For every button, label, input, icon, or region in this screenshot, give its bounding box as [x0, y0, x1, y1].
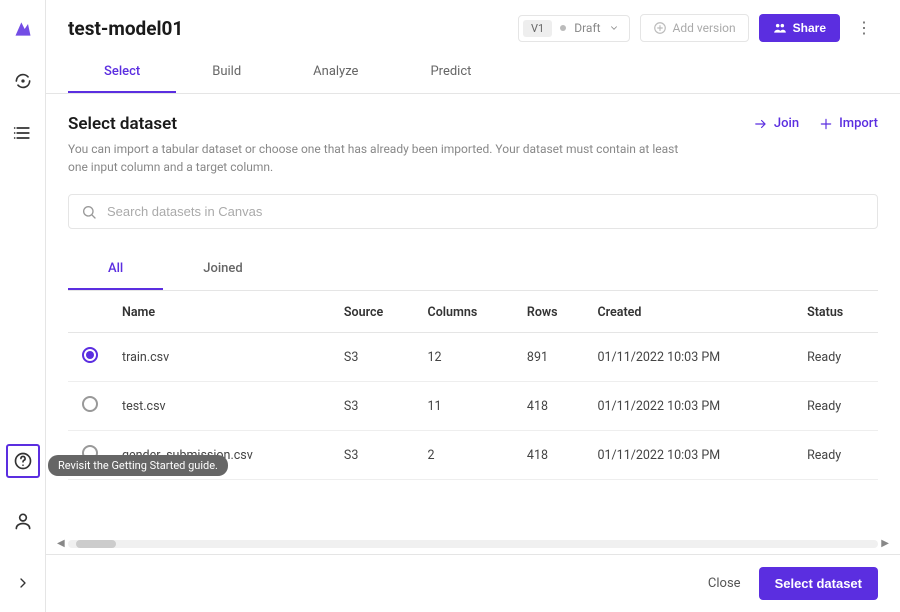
more-menu-button[interactable]: ⋮ [850, 14, 878, 42]
share-button[interactable]: Share [759, 14, 840, 42]
cell-columns: 12 [420, 333, 519, 382]
cell-created: 01/11/2022 10:03 PM [589, 382, 799, 431]
join-button[interactable]: Join [754, 116, 799, 131]
add-version-label: Add version [673, 21, 736, 35]
left-sidebar: Revisit the Getting Started guide. [0, 0, 46, 612]
top-tabs: Select Build Analyze Predict [46, 54, 900, 94]
dataset-filter-tabs: All Joined [68, 251, 878, 291]
cell-status: Ready [799, 333, 878, 382]
filter-tab-all[interactable]: All [68, 251, 163, 290]
tab-analyze[interactable]: Analyze [277, 54, 394, 93]
footer-bar: Close Select dataset [46, 554, 900, 612]
cell-status: Ready [799, 431, 878, 480]
help-tooltip: Revisit the Getting Started guide. [48, 455, 228, 476]
col-columns: Columns [420, 291, 519, 333]
cell-name: train.csv [114, 333, 336, 382]
col-name: Name [114, 291, 336, 333]
cell-created: 01/11/2022 10:03 PM [589, 333, 799, 382]
main-area: test-model01 V1 Draft Add version Share … [46, 0, 900, 612]
join-icon [754, 117, 768, 131]
help-icon[interactable] [6, 444, 40, 478]
share-label: Share [793, 21, 826, 35]
cell-columns: 11 [420, 382, 519, 431]
cell-columns: 2 [420, 431, 519, 480]
import-label: Import [839, 116, 878, 131]
table-row[interactable]: test.csv S3 11 418 01/11/2022 10:03 PM R… [68, 382, 878, 431]
search-icon [81, 204, 97, 220]
refresh-icon[interactable] [12, 70, 34, 92]
cell-created: 01/11/2022 10:03 PM [589, 431, 799, 480]
tab-build[interactable]: Build [176, 54, 277, 93]
header-bar: test-model01 V1 Draft Add version Share … [46, 0, 900, 54]
join-label: Join [774, 116, 799, 131]
version-state: Draft [574, 21, 600, 35]
add-version-button[interactable]: Add version [640, 14, 749, 42]
cell-rows: 418 [519, 431, 590, 480]
kebab-icon: ⋮ [856, 20, 872, 37]
plus-icon [819, 117, 833, 131]
version-badge: V1 [523, 20, 552, 37]
datasets-table: Name Source Columns Rows Created Status … [68, 291, 878, 480]
status-dot-icon [560, 25, 566, 31]
table-row[interactable]: train.csv S3 12 891 01/11/2022 10:03 PM … [68, 333, 878, 382]
col-rows: Rows [519, 291, 590, 333]
cell-source: S3 [336, 431, 420, 480]
people-icon [773, 21, 787, 35]
table-header-row: Name Source Columns Rows Created Status [68, 291, 878, 333]
expand-sidebar-icon[interactable] [12, 572, 34, 594]
horizontal-scrollbar[interactable]: ◀ ▶ [68, 540, 878, 548]
filter-tab-joined[interactable]: Joined [163, 251, 282, 290]
col-source: Source [336, 291, 420, 333]
cell-rows: 418 [519, 382, 590, 431]
scroll-right-icon[interactable]: ▶ [881, 538, 889, 549]
cell-name: test.csv [114, 382, 336, 431]
chevron-down-icon [609, 23, 619, 33]
search-input[interactable] [105, 203, 865, 220]
row-radio[interactable] [82, 396, 98, 412]
tab-predict[interactable]: Predict [394, 54, 507, 93]
cell-source: S3 [336, 382, 420, 431]
col-status: Status [799, 291, 878, 333]
col-created: Created [589, 291, 799, 333]
scroll-thumb[interactable] [76, 540, 116, 548]
select-dataset-button[interactable]: Select dataset [759, 567, 878, 600]
section-header: Select dataset You can import a tabular … [68, 114, 878, 176]
cell-rows: 891 [519, 333, 590, 382]
list-icon[interactable] [12, 122, 34, 144]
close-button[interactable]: Close [708, 576, 741, 591]
version-selector[interactable]: V1 Draft [518, 15, 630, 42]
page-title: test-model01 [68, 17, 508, 40]
cell-source: S3 [336, 333, 420, 382]
section-title: Select dataset [68, 114, 754, 134]
cell-status: Ready [799, 382, 878, 431]
tab-select[interactable]: Select [68, 54, 176, 93]
search-box[interactable] [68, 194, 878, 229]
user-icon[interactable] [12, 510, 34, 532]
scroll-left-icon[interactable]: ◀ [57, 538, 65, 549]
row-radio[interactable] [82, 347, 98, 363]
plus-circle-icon [653, 21, 667, 35]
logo-icon[interactable] [12, 18, 34, 40]
import-button[interactable]: Import [819, 116, 878, 131]
section-description: You can import a tabular dataset or choo… [68, 140, 688, 176]
